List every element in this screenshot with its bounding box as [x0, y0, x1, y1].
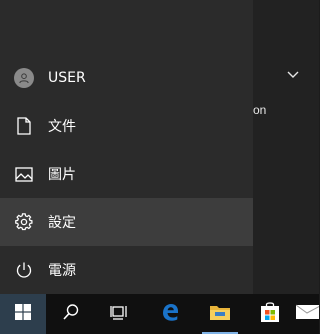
user-avatar-icon	[13, 67, 35, 89]
tiles-area	[253, 0, 319, 294]
menu-item-pictures[interactable]: 圖片	[0, 150, 253, 198]
gear-icon	[13, 211, 35, 233]
pictures-icon	[13, 163, 35, 185]
tile-group-label-partial: on	[253, 103, 267, 117]
file-explorer-button[interactable]	[196, 294, 244, 334]
store-bag-icon	[260, 301, 280, 327]
windows-logo-icon	[15, 304, 31, 324]
search-icon	[62, 303, 80, 325]
start-menu-nav-pane: USER 文件 圖片 設定 電源	[0, 0, 253, 294]
taskbar	[0, 294, 319, 334]
menu-item-power[interactable]: 電源	[0, 246, 253, 294]
menu-item-user[interactable]: USER	[0, 54, 253, 102]
mail-button[interactable]	[295, 294, 319, 334]
power-icon	[13, 259, 35, 281]
document-icon	[13, 115, 35, 137]
avatar	[14, 68, 34, 88]
menu-item-documents[interactable]: 文件	[0, 102, 253, 150]
menu-item-settings[interactable]: 設定	[0, 198, 253, 246]
task-view-icon	[110, 304, 128, 324]
menu-item-label: 設定	[48, 215, 76, 231]
menu-item-label: 圖片	[48, 167, 76, 183]
menu-item-label: 文件	[48, 119, 76, 135]
mail-icon	[295, 304, 319, 324]
start-menu-screen: on USER 文件 圖片 設定 電源	[0, 0, 319, 334]
menu-item-label: 電源	[48, 263, 76, 279]
search-button[interactable]	[48, 294, 94, 334]
edge-button[interactable]	[146, 294, 194, 334]
task-view-button[interactable]	[96, 294, 142, 334]
chevron-down-icon[interactable]	[286, 68, 300, 82]
folder-icon	[209, 303, 231, 325]
menu-item-label: USER	[48, 70, 86, 86]
store-button[interactable]	[246, 294, 294, 334]
edge-browser-icon	[160, 302, 180, 326]
start-button[interactable]	[0, 294, 46, 334]
